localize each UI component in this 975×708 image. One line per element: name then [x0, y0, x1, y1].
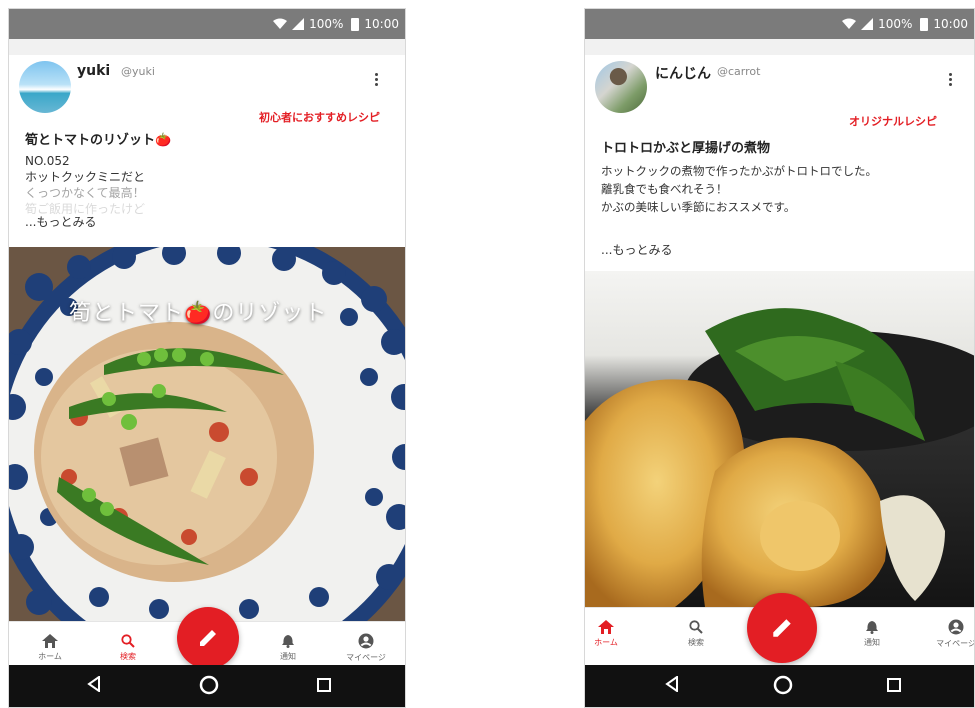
- status-bar: 100% 10:00: [9, 9, 405, 39]
- bell-icon: [282, 635, 294, 648]
- post-header: yuki @yuki: [9, 55, 405, 115]
- app-bar: [585, 39, 974, 55]
- post-title: 筍とトマトのリゾット🍅: [25, 133, 172, 148]
- username[interactable]: yuki: [77, 63, 110, 79]
- post-body-line: 離乳食でも食べれそう！: [601, 182, 728, 196]
- account-icon: [948, 619, 964, 635]
- photo-caption: 筍とトマト🍅のリゾット: [69, 301, 328, 326]
- tab-home[interactable]: ホーム: [585, 608, 641, 660]
- home-circle-icon[interactable]: [199, 675, 219, 695]
- post-photo[interactable]: 筍とトマト🍅のリゾット: [9, 247, 405, 621]
- more-vert-icon[interactable]: [949, 73, 953, 86]
- user-handle: @carrot: [717, 65, 761, 78]
- wifi-icon: [273, 18, 288, 29]
- recipe-tag: 初心者におすすめレシピ: [259, 111, 380, 124]
- home-circle-icon[interactable]: [773, 675, 793, 695]
- signal-icon: [861, 18, 874, 30]
- system-nav-bar: [9, 665, 405, 707]
- tab-notify[interactable]: 通知: [837, 608, 907, 660]
- battery-percent: 100%: [309, 17, 344, 31]
- status-bar: 100% 10:00: [585, 9, 974, 39]
- search-icon: [121, 634, 135, 648]
- system-nav-bar: [585, 665, 974, 707]
- more-vert-icon[interactable]: [375, 73, 379, 86]
- battery-icon: [920, 17, 929, 31]
- home-icon: [598, 620, 614, 634]
- post-body-line: ホットクックの煮物で作ったかぶがトロトロでした。: [601, 164, 877, 178]
- recents-icon[interactable]: [317, 678, 331, 692]
- tab-search-label: 検索: [120, 652, 136, 661]
- app-bar: [9, 39, 405, 55]
- avatar[interactable]: [595, 61, 647, 113]
- tab-notify-label: 通知: [280, 652, 296, 661]
- user-handle: @yuki: [121, 65, 155, 78]
- read-more-link[interactable]: ...もっとみる: [601, 241, 672, 258]
- account-icon: [358, 633, 374, 649]
- post-body-line: くっつかなくて最高！: [25, 186, 145, 200]
- post-body-line: NO.052: [25, 154, 70, 168]
- pencil-icon: [200, 630, 216, 646]
- signal-icon: [292, 18, 305, 30]
- tab-search-label: 検索: [688, 638, 704, 647]
- tab-mypage-label: マイページ: [936, 639, 975, 648]
- compose-fab-button[interactable]: [747, 593, 817, 663]
- post-body-line: かぶの美味しい季節におススメです。: [601, 200, 796, 214]
- tab-search[interactable]: 検索: [661, 608, 731, 660]
- turnip-stew-photo: [585, 271, 974, 607]
- tab-home-label: ホーム: [594, 638, 618, 647]
- tab-mypage[interactable]: マイページ: [921, 608, 975, 660]
- clock: 10:00: [364, 17, 399, 31]
- battery-icon: [351, 17, 360, 31]
- back-icon[interactable]: [665, 676, 679, 692]
- post-title: トロトロかぶと厚揚げの煮物: [601, 141, 771, 156]
- tab-mypage-label: マイページ: [346, 653, 386, 662]
- read-more-link[interactable]: ...もっとみる: [25, 213, 96, 230]
- compose-fab-button[interactable]: [177, 607, 239, 669]
- battery-percent: 100%: [878, 17, 913, 31]
- post-photo[interactable]: [585, 271, 974, 607]
- pencil-icon: [773, 619, 791, 637]
- post-header: にんじん @carrot: [585, 55, 974, 115]
- tab-home-label: ホーム: [38, 652, 62, 661]
- back-icon[interactable]: [87, 676, 101, 692]
- search-icon: [689, 620, 703, 634]
- bell-icon: [866, 621, 878, 634]
- wifi-icon: [842, 18, 857, 29]
- recents-icon[interactable]: [887, 678, 901, 692]
- phone-screen-right: 100% 10:00 にんじん @carrot オリジナルレシピ トロトロかぶと…: [584, 8, 975, 708]
- avatar[interactable]: [19, 61, 71, 113]
- username[interactable]: にんじん: [655, 63, 711, 83]
- clock: 10:00: [933, 17, 968, 31]
- home-icon: [42, 634, 58, 648]
- tab-notify-label: 通知: [864, 638, 880, 647]
- recipe-tag: オリジナルレシピ: [849, 115, 937, 128]
- post-body-line: ホットクックミニだと: [25, 170, 146, 184]
- phone-screen-left: 100% 10:00 yuki @yuki 初心者におすすめレシピ 筍とトマトの…: [8, 8, 406, 708]
